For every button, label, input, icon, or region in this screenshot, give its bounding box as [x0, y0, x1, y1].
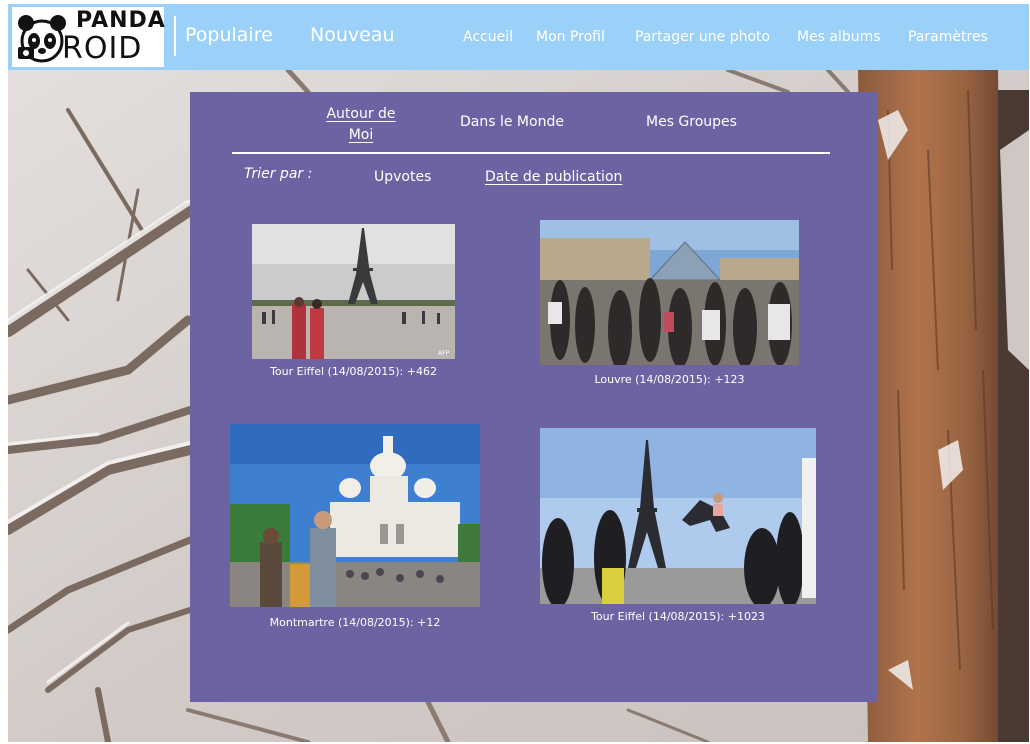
nav-albums[interactable]: Mes albums [797, 29, 881, 45]
nav-profile[interactable]: Mon Profil [536, 29, 605, 45]
tab-my-groups[interactable]: Mes Groupes [646, 112, 737, 133]
tabs-divider [232, 152, 830, 154]
photo-eiffel-tower-2-image [540, 428, 816, 604]
sort-upvotes[interactable]: Upvotes [374, 169, 431, 185]
photo-eiffel-tower-2[interactable] [540, 428, 816, 604]
photo-louvre-image [540, 220, 799, 365]
photo-watermark: AFP [438, 350, 450, 357]
top-navigation-bar: PANDA ROID Populaire Nouveau Accueil Mon… [8, 4, 1029, 70]
logo-text-bottom: ROID [62, 31, 143, 66]
photo-caption-1[interactable]: Tour Eiffel (14/08/2015): +462 [252, 365, 455, 378]
tab-around-me[interactable]: Autour de Moi [316, 104, 406, 146]
nav-home[interactable]: Accueil [463, 29, 513, 45]
nav-popular[interactable]: Populaire [185, 24, 273, 46]
pandaroid-logo[interactable]: PANDA ROID [12, 7, 166, 67]
photo-eiffel-tower-1-image: AFP [252, 224, 455, 359]
photo-caption-3[interactable]: Montmartre (14/08/2015): +12 [230, 616, 480, 629]
tab-around-me-line2: Moi [348, 127, 374, 143]
nav-settings[interactable]: Paramètres [908, 29, 988, 45]
photo-caption-2[interactable]: Louvre (14/08/2015): +123 [540, 373, 799, 386]
sort-by-label: Trier par : [244, 166, 313, 182]
photo-montmartre[interactable] [230, 424, 480, 607]
photo-louvre[interactable] [540, 220, 799, 365]
photo-eiffel-tower-1[interactable]: AFP [252, 224, 455, 359]
tab-world[interactable]: Dans le Monde [460, 112, 564, 133]
nav-share-photo[interactable]: Partager une photo [635, 29, 770, 45]
logo-divider [174, 16, 176, 56]
photo-caption-4[interactable]: Tour Eiffel (14/08/2015): +1023 [540, 610, 816, 623]
sort-publication-date[interactable]: Date de publication [485, 169, 622, 185]
tab-around-me-line1: Autour de [326, 106, 396, 122]
feed-panel: Autour de Moi Dans le Monde Mes Groupes … [190, 92, 878, 702]
photo-montmartre-image [230, 424, 480, 607]
logo-text-top: PANDA [76, 8, 166, 33]
nav-new[interactable]: Nouveau [310, 24, 395, 46]
